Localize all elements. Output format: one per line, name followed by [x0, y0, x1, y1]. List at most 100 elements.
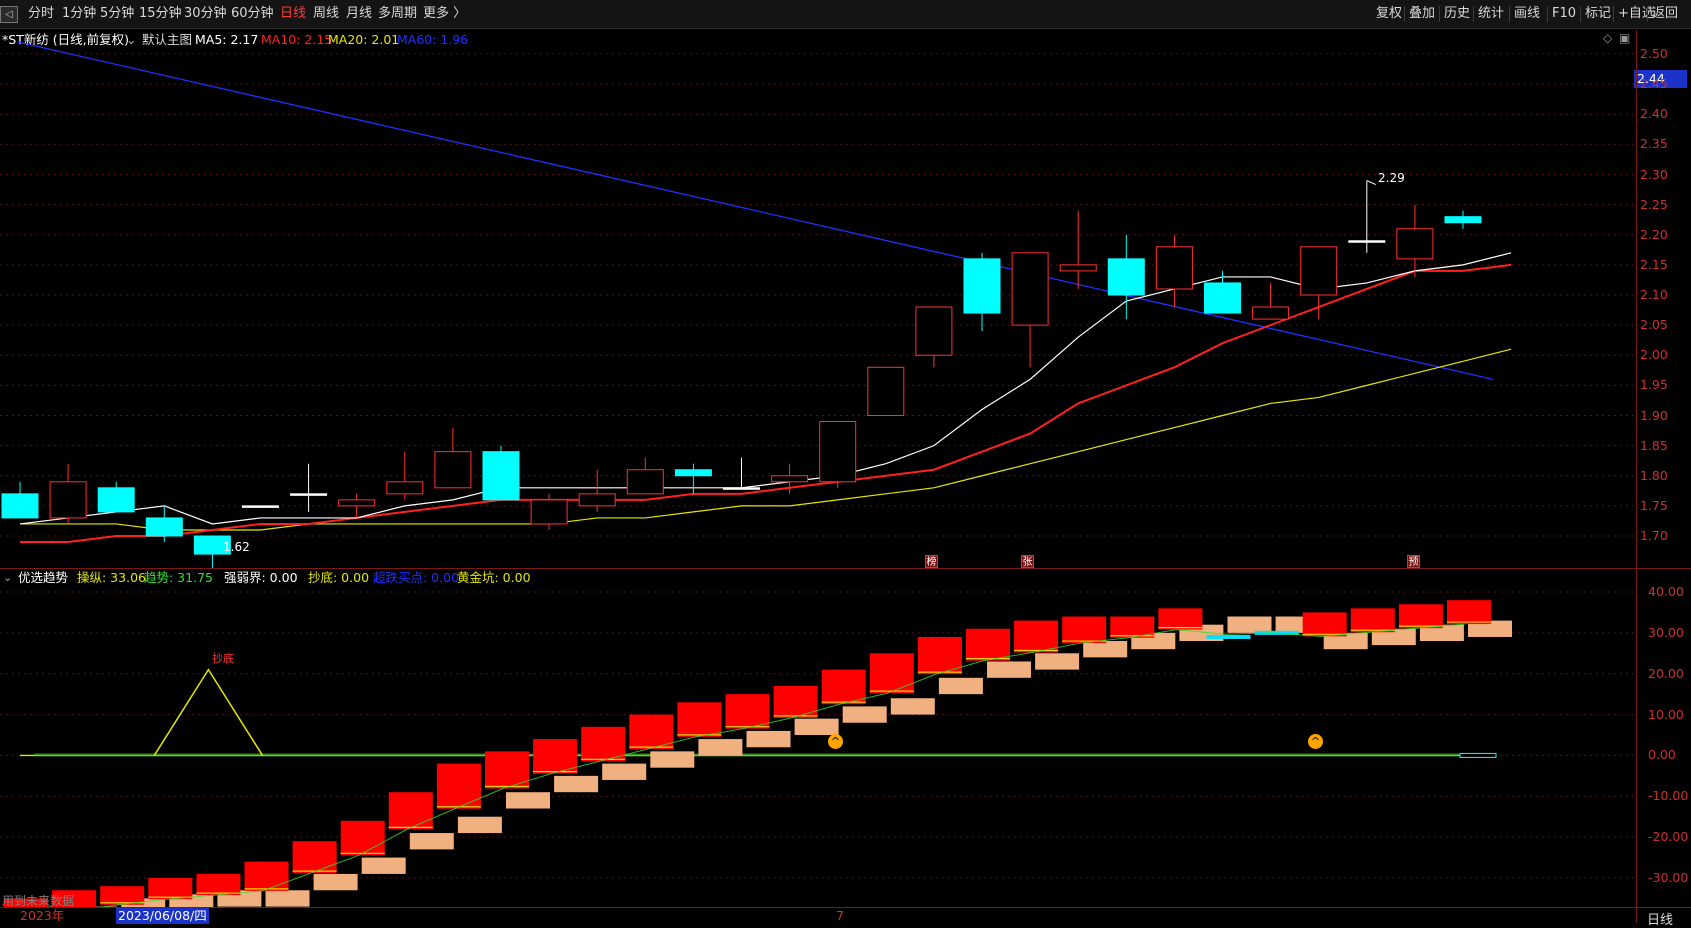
- period-tab[interactable]: 分时: [28, 6, 54, 22]
- upper-block: [1014, 621, 1058, 653]
- candlestick[interactable]: [675, 464, 711, 494]
- toolbar-separator: [1580, 6, 1581, 22]
- candlestick[interactable]: [1301, 247, 1337, 319]
- candle-body: [387, 482, 423, 494]
- candlestick[interactable]: [1156, 235, 1192, 307]
- candlestick[interactable]: [2, 482, 38, 518]
- period-tab[interactable]: 1分钟: [62, 6, 96, 22]
- upper-block: [870, 653, 914, 693]
- marker-yu[interactable]: 预: [1407, 555, 1420, 568]
- candlestick[interactable]: [868, 367, 904, 415]
- candlestick[interactable]: [1012, 253, 1048, 367]
- kline-chart[interactable]: [0, 30, 1691, 568]
- lower-block: [698, 739, 742, 755]
- action-button[interactable]: F10: [1552, 6, 1576, 22]
- lower-block: [747, 731, 791, 747]
- toolbar-separator: [1647, 6, 1648, 22]
- candle-body: [1012, 253, 1048, 325]
- trend-band-end: [1460, 753, 1496, 757]
- period-tab[interactable]: 多周期: [378, 6, 417, 22]
- action-button[interactable]: 画线: [1514, 6, 1540, 22]
- candlestick[interactable]: [627, 458, 663, 494]
- lower-block: [987, 661, 1031, 677]
- lower-block: [458, 817, 502, 833]
- period-tab[interactable]: 5分钟: [100, 6, 134, 22]
- candle-body: [1108, 259, 1144, 295]
- period-tab[interactable]: 月线: [346, 6, 372, 22]
- upper-block: [822, 670, 866, 705]
- lower-block: [1083, 641, 1127, 657]
- price-tick-label: 2.25: [1640, 198, 1668, 212]
- price-tick-label: 1.70: [1640, 529, 1668, 543]
- candlestick[interactable]: [1253, 283, 1289, 319]
- candlestick[interactable]: [387, 452, 423, 500]
- candle-body: [868, 367, 904, 415]
- candlestick[interactable]: [243, 506, 279, 508]
- indicator-tick-label: -30.00: [1648, 871, 1688, 885]
- candlestick[interactable]: [916, 307, 952, 367]
- action-button[interactable]: 复权: [1376, 6, 1402, 22]
- candle-body: [820, 422, 856, 482]
- upper-block: [196, 874, 240, 895]
- marker-zhang[interactable]: 张: [1021, 555, 1034, 568]
- cursor-date-label: 2023/06/08/四: [116, 908, 209, 924]
- candle-body: [675, 470, 711, 476]
- low-price-label: 1.62: [223, 539, 250, 555]
- candlestick[interactable]: [964, 253, 1000, 331]
- period-tab[interactable]: 日线: [280, 6, 306, 22]
- price-tick-label: 2.10: [1640, 288, 1668, 302]
- candlestick[interactable]: [724, 458, 760, 490]
- period-tab[interactable]: 60分钟: [231, 6, 274, 22]
- candle-body: [339, 500, 375, 506]
- lower-block: [650, 751, 694, 767]
- ma10-line: [20, 265, 1511, 542]
- candlestick[interactable]: [435, 428, 471, 488]
- candle-body: [1060, 265, 1096, 271]
- indicator-tick-label: -20.00: [1648, 830, 1688, 844]
- price-tick-label: 1.85: [1640, 439, 1668, 453]
- indicator-chart[interactable]: [0, 570, 1691, 907]
- candlestick[interactable]: [1349, 181, 1385, 253]
- action-button[interactable]: 统计: [1478, 6, 1504, 22]
- period-tab[interactable]: 更多 〉: [423, 6, 466, 22]
- period-label[interactable]: 日线: [1647, 909, 1673, 928]
- price-tick-label: 2.05: [1640, 318, 1668, 332]
- candlestick[interactable]: [98, 482, 134, 512]
- flat-block: [1207, 635, 1251, 639]
- period-tab[interactable]: 周线: [313, 6, 339, 22]
- candlestick[interactable]: [50, 464, 86, 524]
- lower-block: [362, 858, 406, 874]
- upper-block: [341, 821, 385, 856]
- candlestick[interactable]: [1108, 235, 1144, 319]
- action-button[interactable]: 返回: [1652, 6, 1678, 22]
- toolbar-separator: [1404, 6, 1405, 22]
- candlestick[interactable]: [291, 464, 327, 512]
- upper-block: [1062, 617, 1106, 644]
- lower-block: [1035, 653, 1079, 669]
- candlestick[interactable]: [579, 470, 615, 512]
- period-tab[interactable]: 30分钟: [184, 6, 227, 22]
- alert-icon[interactable]: ^: [1308, 734, 1323, 749]
- candle-body: [1349, 241, 1385, 243]
- action-button[interactable]: 标记: [1585, 6, 1611, 22]
- candlestick[interactable]: [1445, 211, 1481, 229]
- ma5-line: [20, 253, 1511, 524]
- alert-icon[interactable]: ^: [828, 734, 843, 749]
- price-tick-label: 2.40: [1640, 107, 1668, 121]
- action-button[interactable]: 历史: [1444, 6, 1470, 22]
- candle-body: [50, 482, 86, 518]
- lower-block: [891, 698, 935, 714]
- candlestick[interactable]: [820, 422, 856, 488]
- action-button[interactable]: +自选: [1618, 6, 1655, 22]
- candlestick[interactable]: [483, 446, 519, 500]
- back-arrow-icon[interactable]: ◁: [0, 6, 18, 23]
- lower-block: [314, 874, 358, 890]
- price-tick-label: 2.20: [1640, 228, 1668, 242]
- candlestick[interactable]: [1060, 211, 1096, 289]
- candle-body: [435, 452, 471, 488]
- candlestick[interactable]: [1397, 205, 1433, 277]
- indicator-tick-label: 0.00: [1648, 748, 1676, 762]
- marker-bang[interactable]: 榜: [925, 555, 938, 568]
- period-tab[interactable]: 15分钟: [139, 6, 182, 22]
- action-button[interactable]: 叠加: [1409, 6, 1435, 22]
